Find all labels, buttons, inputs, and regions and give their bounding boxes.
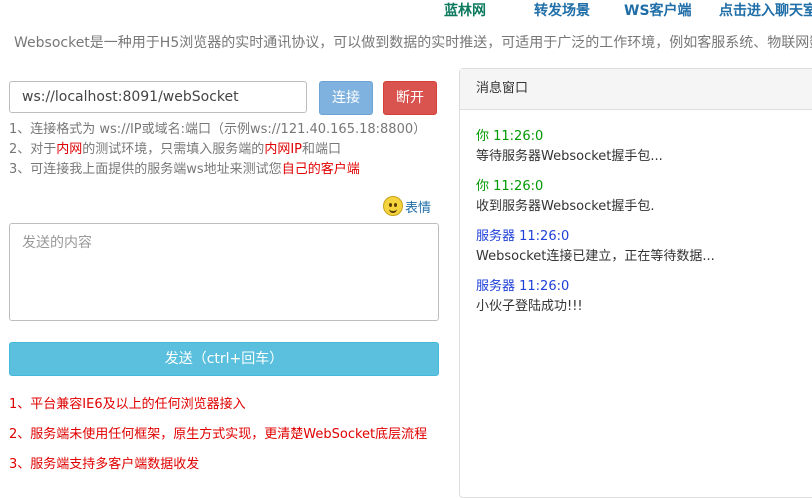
emoji-button[interactable]: 表情 [383, 195, 431, 217]
message-input[interactable] [9, 223, 439, 321]
message-sender: 你 11:26:0 [476, 129, 544, 144]
message-item: 服务器 11:26:0 Websocket连接已建立，正在等待数据... [476, 227, 715, 267]
message-item: 你 11:26:0 收到服务器Websocket握手包. [476, 177, 715, 217]
nav-link-chatroom[interactable]: 点击进入聊天室 [719, 0, 812, 20]
disconnect-button[interactable]: 断开 [383, 81, 437, 115]
tip-2-part-c: 和端口 [302, 142, 342, 157]
panel-title: 消息窗口 [460, 69, 812, 110]
message-item: 服务器 11:26:0 小伙子登陆成功!!! [476, 277, 715, 317]
smiley-icon [383, 196, 403, 216]
nav-link-scenarios[interactable]: 转发场景 [534, 0, 590, 20]
top-nav: 蓝林网 转发场景 WS客户端 点击进入聊天室 [0, 0, 812, 24]
tip-3-highlight-client: 自己的客户端 [281, 162, 360, 177]
message-item: 你 11:26:0 等待服务器Websocket握手包... [476, 127, 715, 167]
tip-3-part-a: 3、可连接我上面提供的服务端ws地址来测试您 [9, 162, 282, 177]
tip-2-highlight-intranet-ip: 内网IP [264, 142, 302, 157]
tip-2-part-a: 2、对于 [9, 142, 57, 157]
message-text: 收到服务器Websocket握手包. [476, 199, 655, 214]
nav-link-ws-client[interactable]: WS客户端 [624, 0, 692, 20]
message-list[interactable]: 你 11:26:0 等待服务器Websocket握手包... 你 11:26:0… [476, 127, 715, 327]
tip-2-highlight-intranet: 内网 [56, 142, 83, 157]
message-sender: 服务器 11:26:0 [476, 229, 570, 244]
message-text: Websocket连接已建立，正在等待数据... [476, 249, 715, 264]
ws-url-input[interactable] [9, 81, 307, 113]
emoji-label: 表情 [405, 200, 432, 216]
message-sender: 服务器 11:26:0 [476, 279, 570, 294]
message-panel: 消息窗口 你 11:26:0 等待服务器Websocket握手包... 你 11… [459, 68, 812, 498]
tip-line-3: 3、可连接我上面提供的服务端ws地址来测试您自己的客户端 [9, 160, 426, 180]
feature-list: 1、平台兼容IE6及以上的任何浏览器接入 2、服务端未使用任何框架，原生方式实现… [9, 390, 427, 480]
tip-line-1: 1、连接格式为 ws://IP或域名:端口（示例ws://121.40.165.… [9, 122, 427, 137]
tip-line-2: 2、对于内网的测试环境，只需填入服务端的内网IP和端口 [9, 140, 426, 160]
feature-item: 2、服务端未使用任何框架，原生方式实现，更清楚WebSocket底层流程 [9, 427, 428, 442]
connect-button[interactable]: 连接 [319, 81, 373, 115]
tip-2-part-b: 的测试环境，只需填入服务端的 [82, 142, 265, 157]
feature-item: 3、服务端支持多客户端数据收发 [9, 457, 200, 472]
connection-tips: 1、连接格式为 ws://IP或域名:端口（示例ws://121.40.165.… [9, 120, 426, 180]
message-text: 小伙子登陆成功!!! [476, 299, 583, 314]
message-text: 等待服务器Websocket握手包... [476, 149, 663, 164]
message-sender: 你 11:26:0 [476, 179, 544, 194]
feature-item: 1、平台兼容IE6及以上的任何浏览器接入 [9, 397, 246, 412]
nav-link-lanlin[interactable]: 蓝林网 [444, 0, 486, 20]
intro-text: Websocket是一种用于H5浏览器的实时通讯协议，可以做到数据的实时推送，可… [14, 35, 812, 51]
send-button[interactable]: 发送（ctrl+回车） [9, 342, 439, 376]
